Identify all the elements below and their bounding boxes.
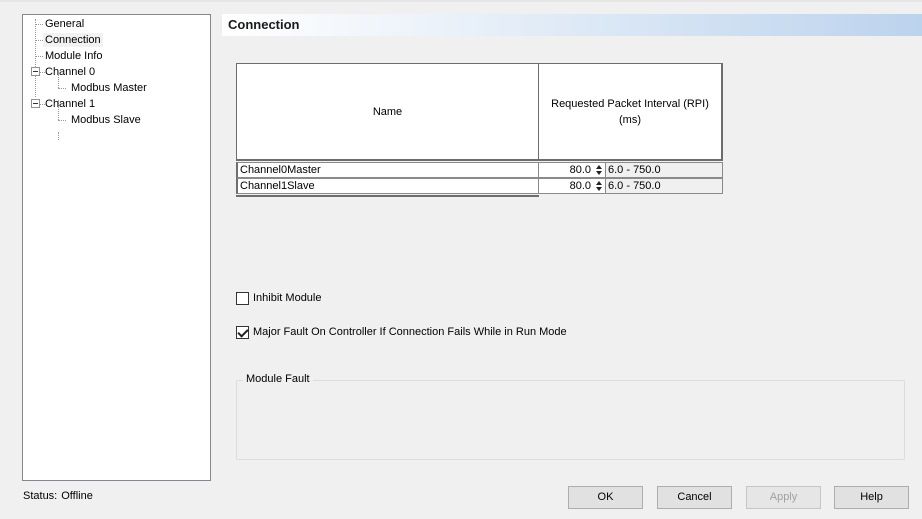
ok-button[interactable]: OK: [568, 486, 643, 509]
status-bar: Status: Offline: [23, 490, 93, 502]
cancel-button[interactable]: Cancel: [657, 486, 732, 509]
tree-line: [58, 75, 59, 88]
minus-box-icon[interactable]: [31, 99, 40, 108]
category-tree[interactable]: General Connection Module Info Channel 0…: [22, 14, 211, 481]
major-fault-option[interactable]: Major Fault On Controller If Connection …: [236, 324, 567, 340]
tree-item-label: Channel 0: [45, 66, 96, 78]
table-row: Channel1Slave 80.0 6.0 - 750.0: [236, 178, 723, 194]
column-header-rpi: Requested Packet Interval (RPI) (ms): [538, 63, 723, 161]
connection-name-cell: Channel0Master: [236, 162, 539, 178]
rpi-spinner[interactable]: 80.0: [538, 162, 606, 178]
tree-item-label: Modbus Slave: [71, 114, 141, 126]
tree-item-label: Modbus Master: [71, 82, 147, 94]
rpi-value[interactable]: 80.0: [570, 180, 591, 193]
spin-updown-icon[interactable]: [594, 180, 604, 192]
tree-item-label: Channel 1: [45, 98, 96, 110]
spin-updown-icon[interactable]: [594, 164, 604, 176]
tree-line: [58, 88, 66, 89]
tree-line: [35, 56, 43, 57]
major-fault-label: Major Fault On Controller If Connection …: [253, 326, 567, 338]
apply-button[interactable]: Apply: [746, 486, 821, 509]
tree-line: [35, 24, 43, 25]
table-border: [236, 195, 539, 197]
inhibit-module-checkbox[interactable]: [236, 291, 249, 305]
module-fault-group: Module Fault: [236, 373, 905, 460]
module-fault-label: Module Fault: [243, 373, 313, 385]
rpi-spinner[interactable]: 80.0: [538, 178, 606, 194]
rpi-range: 6.0 - 750.0: [605, 162, 723, 178]
tree-line: [35, 40, 43, 41]
minus-box-icon[interactable]: [31, 67, 40, 76]
column-header-label: Requested Packet Interval (RPI) (ms): [551, 97, 709, 126]
tree-line: [58, 120, 66, 121]
tree-item-label: Module Info: [45, 50, 103, 62]
tree-line: [35, 19, 36, 97]
connection-table: Name Requested Packet Interval (RPI) (ms…: [236, 63, 723, 198]
table-row: Channel0Master 80.0 6.0 - 750.0: [236, 162, 723, 178]
tree-item-label: Connection: [43, 33, 103, 47]
status-value: Offline: [61, 490, 93, 502]
connection-name-cell: Channel1Slave: [236, 178, 539, 194]
rpi-value[interactable]: 80.0: [570, 164, 591, 177]
inhibit-module-label: Inhibit Module: [253, 292, 322, 304]
inhibit-module-option[interactable]: Inhibit Module: [236, 290, 322, 306]
major-fault-checkbox[interactable]: [236, 325, 249, 339]
help-button[interactable]: Help: [834, 486, 909, 509]
column-header-label: Name: [372, 105, 403, 118]
column-header-name: Name: [236, 63, 539, 161]
tree-line: [58, 107, 59, 120]
tree-line: [58, 132, 59, 140]
window-edge: [0, 0, 922, 2]
tree-item-label: General: [45, 18, 85, 30]
status-label: Status:: [23, 490, 58, 502]
page-title: Connection: [228, 17, 300, 32]
section-header: Connection: [222, 14, 922, 36]
rpi-range: 6.0 - 750.0: [605, 178, 723, 194]
